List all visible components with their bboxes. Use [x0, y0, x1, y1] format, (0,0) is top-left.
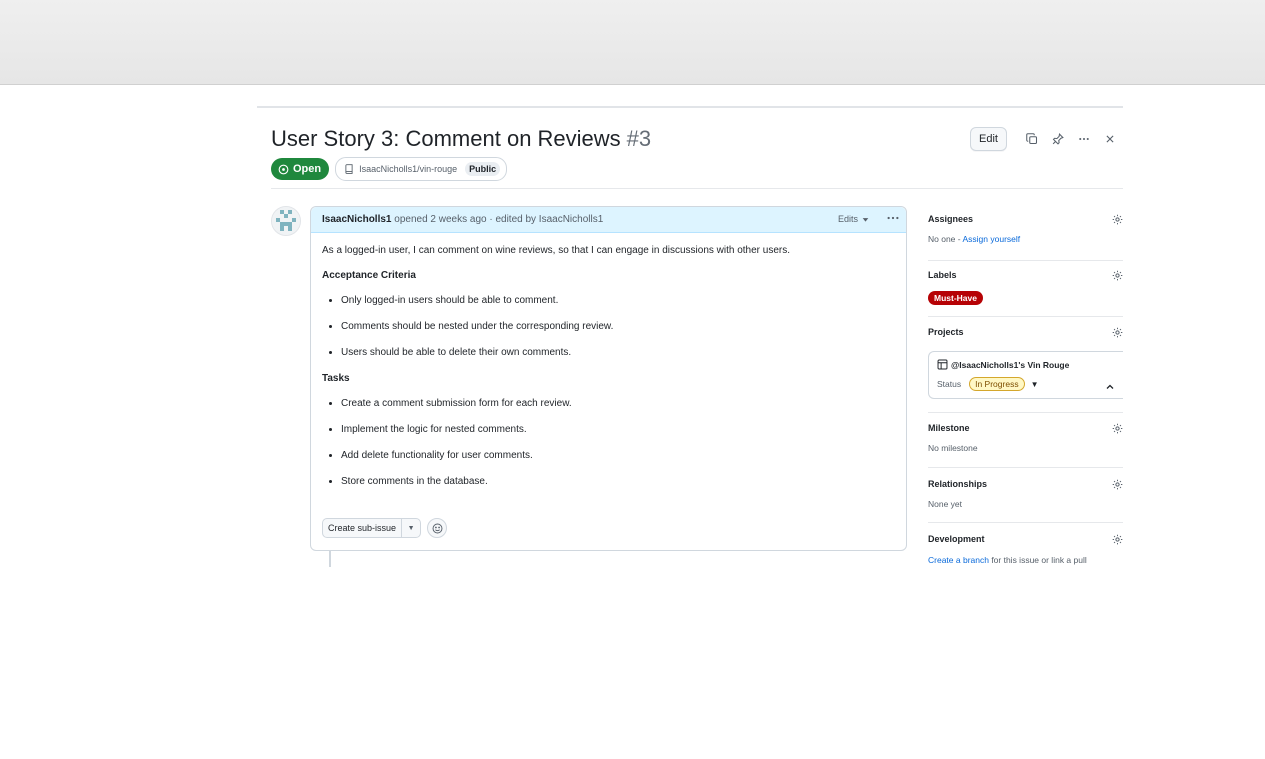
comment-header: IsaacNicholls1 opened 2 weeks ago · edit… [311, 207, 906, 233]
issue-panel: User Story 3: Comment on Reviews #3 Edit … [257, 106, 1123, 567]
assignees-title: Assignees [928, 214, 974, 224]
list-item: Implement the logic for nested comments. [341, 423, 895, 437]
project-status-pill[interactable]: In Progress [969, 377, 1025, 391]
relationships-gear-icon[interactable] [1112, 479, 1123, 490]
edit-button[interactable]: Edit [970, 127, 1007, 151]
list-item: Users should be able to delete their own… [341, 346, 895, 360]
tasks-list: Create a comment submission form for eac… [322, 397, 895, 489]
comment-meta: opened 2 weeks ago · edited by IsaacNich… [394, 214, 604, 225]
project-table-icon [937, 359, 948, 370]
repo-link[interactable]: IsaacNicholls1/vin-rouge Public [335, 157, 508, 181]
projects-section: Projects @IsaacNicholls1's Vin Rouge Sta… [928, 317, 1123, 413]
labels-title: Labels [928, 270, 957, 280]
milestone-section: Milestone No milestone [928, 413, 1123, 468]
edits-dropdown[interactable]: Edits [838, 214, 869, 224]
visibility-badge: Public [465, 162, 501, 176]
list-item: Comments should be nested under the corr… [341, 320, 895, 334]
assignees-section: Assignees No one - Assign yourself [928, 206, 1123, 261]
issue-meta-row: Open IsaacNicholls1/vin-rouge Public [271, 157, 508, 181]
timeline-line [329, 550, 331, 567]
development-value: Create a branch for this issue or link a… [928, 554, 1098, 567]
comment-footer: Create sub-issue ▼ [322, 518, 448, 538]
list-item: Only logged-in users should be able to c… [341, 294, 895, 308]
title-actions: Edit [970, 127, 1123, 151]
issue-comment: IsaacNicholls1 opened 2 weeks ago · edit… [310, 206, 907, 551]
issue-number: #3 [626, 126, 652, 151]
comment-body: As a logged-in user, I can comment on wi… [311, 233, 906, 489]
tasks-heading: Tasks [322, 373, 350, 384]
acceptance-heading: Acceptance Criteria [322, 270, 416, 281]
list-item: Create a comment submission form for eac… [341, 397, 895, 411]
development-section: Development Create a branch for this iss… [928, 523, 1123, 567]
more-options-icon[interactable] [1076, 131, 1092, 147]
project-name-row[interactable]: @IsaacNicholls1's Vin Rouge [937, 359, 1123, 370]
labels-gear-icon[interactable] [1112, 270, 1123, 281]
development-gear-icon[interactable] [1112, 534, 1123, 545]
acceptance-list: Only logged-in users should be able to c… [322, 294, 895, 360]
issue-sidebar: Assignees No one - Assign yourself Label… [928, 206, 1123, 567]
close-icon[interactable] [1102, 131, 1118, 147]
issue-title-row: User Story 3: Comment on Reviews #3 Edit [271, 124, 1123, 158]
assignees-value: No one - Assign yourself [928, 234, 1020, 244]
chevron-down-icon [862, 217, 869, 222]
list-item: Add delete functionality for user commen… [341, 449, 895, 463]
list-item: Store comments in the database. [341, 475, 895, 489]
relationships-value: None yet [928, 499, 963, 509]
labels-section: Labels Must-Have [928, 261, 1123, 317]
labels-list: Must-Have [928, 288, 983, 306]
pin-icon[interactable] [1050, 131, 1066, 147]
repo-icon [345, 164, 353, 174]
create-subissue-button-group: Create sub-issue ▼ [322, 518, 422, 538]
assign-yourself-link[interactable]: Assign yourself [963, 234, 1021, 244]
issue-title-text: User Story 3: Comment on Reviews [271, 126, 621, 151]
chevron-up-icon[interactable] [1105, 382, 1115, 392]
milestone-gear-icon[interactable] [1112, 423, 1123, 434]
issue-open-icon [278, 164, 289, 174]
project-card: @IsaacNicholls1's Vin Rouge Status In Pr… [928, 351, 1123, 399]
status-badge: Open [271, 158, 330, 180]
copy-icon[interactable] [1024, 131, 1040, 147]
label-must-have[interactable]: Must-Have [928, 291, 983, 305]
repo-name: IsaacNicholls1/vin-rouge [359, 164, 458, 174]
header-divider [271, 188, 1123, 189]
subissue-dropdown-caret-icon[interactable]: ▼ [402, 525, 420, 532]
issue-title: User Story 3: Comment on Reviews #3 [271, 124, 651, 154]
create-branch-link[interactable]: Create a branch [928, 555, 989, 565]
development-title: Development [928, 534, 985, 544]
milestone-title: Milestone [928, 423, 970, 433]
relationships-section: Relationships None yet [928, 468, 1123, 523]
browser-top-area [0, 0, 1265, 85]
comment-more-options-icon[interactable] [886, 211, 900, 228]
status-label: Open [293, 163, 322, 175]
project-status-label: Status [937, 379, 962, 389]
add-reaction-smiley-icon[interactable] [427, 518, 448, 538]
avatar[interactable] [271, 206, 301, 236]
comment-author[interactable]: IsaacNicholls1 [322, 214, 391, 225]
status-dropdown-icon[interactable]: ▼ [1031, 380, 1039, 389]
create-subissue-button[interactable]: Create sub-issue [323, 519, 403, 537]
assignees-gear-icon[interactable] [1112, 214, 1123, 225]
project-status-row: Status In Progress ▼ [937, 377, 1123, 391]
comment-intro: As a logged-in user, I can comment on wi… [322, 245, 791, 256]
edits-label: Edits [837, 214, 858, 224]
comment-byline: IsaacNicholls1 opened 2 weeks ago · edit… [322, 214, 603, 225]
project-name: @IsaacNicholls1's Vin Rouge [951, 359, 1070, 370]
assignees-none: No one - [928, 234, 963, 244]
projects-gear-icon[interactable] [1112, 327, 1123, 338]
projects-title: Projects [928, 327, 964, 337]
milestone-value: No milestone [928, 443, 978, 453]
relationships-title: Relationships [928, 479, 988, 489]
